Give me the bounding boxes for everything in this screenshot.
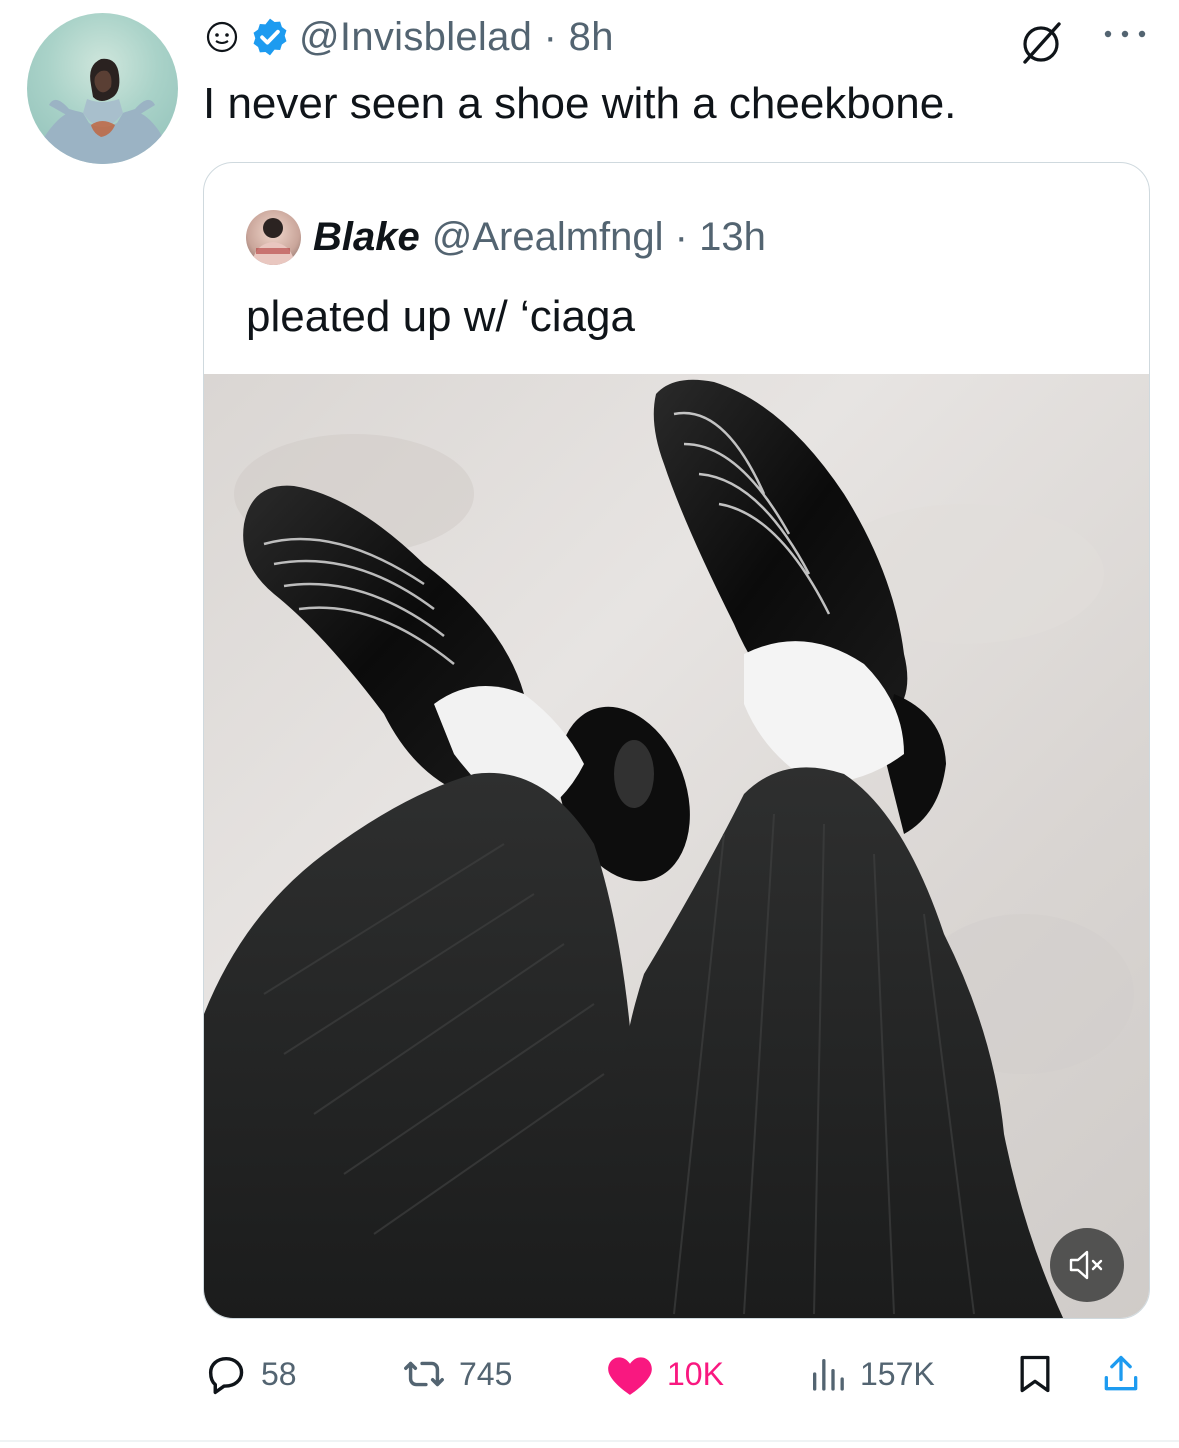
like-button[interactable]: 10K [605, 1346, 724, 1402]
repost-count: 745 [459, 1355, 513, 1392]
views-button[interactable]: 157K [808, 1346, 935, 1402]
view-count: 157K [860, 1355, 935, 1392]
quoted-author-name[interactable]: Blake [313, 215, 420, 260]
smiley-circle-icon [206, 21, 238, 53]
speaker-muted-icon [1069, 1250, 1103, 1280]
verified-badge-icon[interactable] [249, 16, 291, 58]
quoted-tweet-text: pleated up w/ ‘ciaga [246, 292, 635, 341]
tweet-header: @Invisblelad · 8h [203, 12, 614, 62]
reply-count: 58 [261, 1355, 297, 1392]
avatar-illustration [27, 58, 178, 164]
bookmark-button[interactable] [1013, 1346, 1057, 1402]
repost-icon [404, 1361, 444, 1387]
quoted-author-avatar[interactable] [246, 209, 301, 265]
divider [0, 1440, 1179, 1442]
like-count: 10K [667, 1355, 724, 1392]
share-button[interactable] [1099, 1346, 1143, 1402]
quoted-tweet-header: Blake @Arealmfngl · 13h [246, 209, 766, 265]
quoted-author-handle-time[interactable]: @Arealmfngl · 13h [432, 215, 766, 260]
tweet-text: I never seen a shoe with a cheekbone. [203, 79, 957, 128]
reply-button[interactable]: 58 [203, 1346, 297, 1402]
author-avatar[interactable] [27, 13, 178, 164]
video-frame [204, 379, 1134, 1318]
repost-button[interactable]: 745 [401, 1346, 512, 1402]
share-icon [1104, 1355, 1138, 1391]
grok-icon[interactable] [1013, 14, 1069, 70]
mute-button[interactable] [1050, 1228, 1124, 1302]
reply-icon [208, 1356, 244, 1395]
video-thumbnail[interactable] [204, 374, 1149, 1318]
heart-filled-icon [608, 1357, 652, 1395]
analytics-icon [813, 1359, 844, 1391]
action-bar: 58 745 10K 157K [203, 1346, 1153, 1402]
author-handle-time[interactable]: @Invisblelad · 8h [299, 15, 614, 60]
more-options-icon[interactable] [1100, 22, 1150, 46]
quoted-avatar-illustration [252, 217, 295, 265]
bookmark-icon [1020, 1355, 1050, 1393]
quoted-tweet-card[interactable]: Blake @Arealmfngl · 13h pleated up w/ ‘c… [203, 162, 1150, 1319]
